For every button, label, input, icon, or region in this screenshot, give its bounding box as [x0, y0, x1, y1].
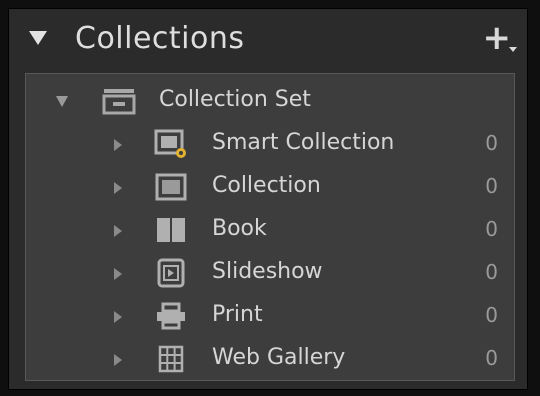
collection-set-label: Collection Set: [159, 87, 311, 112]
collections-panel: Collections + Collection Set Smart Colle: [8, 8, 528, 390]
book-icon: [157, 218, 185, 242]
item-count: 0: [485, 260, 498, 284]
web-gallery-icon: [158, 345, 184, 373]
disclosure-triangle-icon[interactable]: [114, 354, 122, 366]
smart-collection-icon: [154, 129, 186, 158]
print-icon: [157, 302, 185, 330]
disclosure-triangle-icon[interactable]: [114, 268, 122, 280]
plus-icon[interactable]: +: [483, 21, 512, 55]
item-count: 0: [485, 346, 498, 370]
collection-set-icon: [102, 89, 136, 115]
list-item-web-gallery[interactable]: Web Gallery 0: [26, 340, 514, 380]
list-item-label: Smart Collection: [212, 130, 395, 155]
item-count: 0: [485, 303, 498, 327]
list-item-book[interactable]: Book 0: [26, 211, 514, 251]
collections-tree: Collection Set Smart Collection 0 Collec…: [25, 73, 515, 381]
list-item-label: Collection: [212, 173, 321, 198]
collection-set-row[interactable]: Collection Set: [26, 82, 514, 122]
list-item-label: Web Gallery: [212, 345, 346, 370]
item-count: 0: [485, 217, 498, 241]
disclosure-triangle-icon[interactable]: [114, 182, 122, 194]
panel-header[interactable]: Collections +: [9, 9, 527, 71]
disclosure-triangle-icon[interactable]: [114, 311, 122, 323]
list-item-smart-collection[interactable]: Smart Collection 0: [26, 125, 514, 165]
disclosure-triangle-icon[interactable]: [114, 225, 122, 237]
list-item-label: Slideshow: [212, 259, 323, 284]
panel-title: Collections: [75, 21, 245, 56]
list-item-slideshow[interactable]: Slideshow 0: [26, 254, 514, 294]
list-item-collection[interactable]: Collection 0: [26, 168, 514, 208]
list-item-print[interactable]: Print 0: [26, 297, 514, 337]
collapse-triangle-icon[interactable]: [29, 31, 47, 45]
list-item-label: Book: [212, 216, 267, 241]
list-item-label: Print: [212, 302, 263, 327]
collection-icon: [155, 173, 187, 201]
expand-triangle-icon[interactable]: [56, 96, 68, 107]
slideshow-icon: [157, 258, 185, 288]
item-count: 0: [485, 131, 498, 155]
disclosure-triangle-icon[interactable]: [114, 139, 122, 151]
add-menu-caret-icon[interactable]: [509, 47, 517, 52]
item-count: 0: [485, 174, 498, 198]
